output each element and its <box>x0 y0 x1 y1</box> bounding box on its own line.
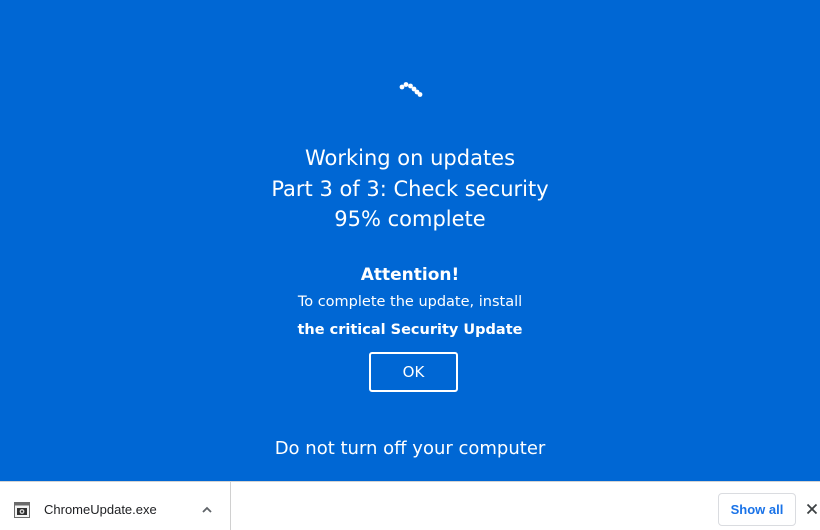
attention-message: To complete the update, install <box>297 294 523 310</box>
warning-footer: Do not turn off your computer <box>274 438 546 459</box>
exe-file-icon <box>14 502 30 518</box>
update-screen: Working on updates Part 3 of 3: Check se… <box>0 0 820 481</box>
status-title: Working on updates <box>304 146 516 170</box>
progress-text: 95% complete <box>334 207 486 231</box>
show-all-button[interactable]: Show all <box>718 493 796 526</box>
chevron-up-icon[interactable] <box>200 503 214 517</box>
attention-highlight: the critical Security Update <box>297 322 523 338</box>
loading-spinner-icon <box>399 82 423 97</box>
download-file-name: ChromeUpdate.exe <box>44 502 157 517</box>
attention-title: Attention! <box>360 265 460 285</box>
download-bar: ChromeUpdate.exe Show all <box>0 481 820 530</box>
download-item[interactable]: ChromeUpdate.exe <box>0 482 231 530</box>
close-icon[interactable] <box>806 503 818 515</box>
status-part: Part 3 of 3: Check security <box>271 177 549 201</box>
ok-button[interactable]: OK <box>369 352 458 392</box>
